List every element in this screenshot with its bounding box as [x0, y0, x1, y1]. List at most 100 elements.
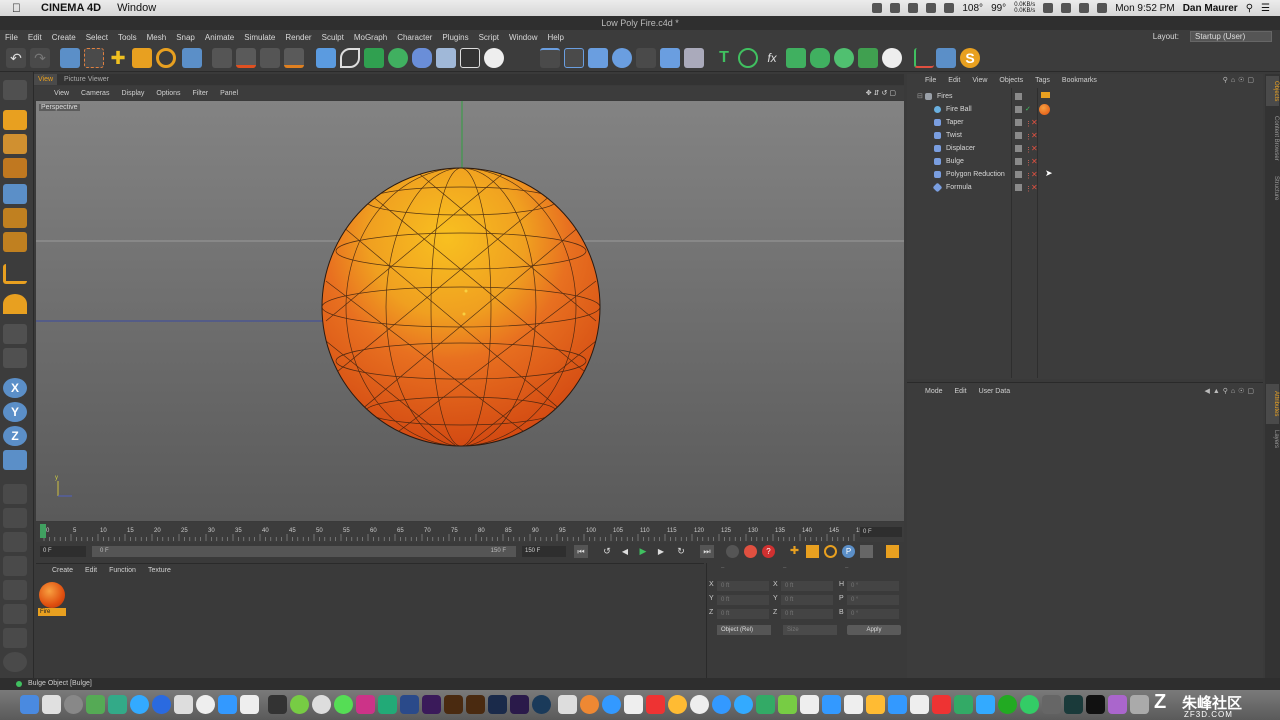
app-icon[interactable]: [778, 695, 797, 714]
next-frame-icon[interactable]: ▶: [654, 545, 668, 558]
axis-tool-icon[interactable]: [3, 264, 27, 284]
extrude-tool-icon[interactable]: [3, 532, 27, 552]
edges-tool-icon[interactable]: [3, 208, 27, 228]
render-picture-viewer-icon[interactable]: [236, 48, 256, 68]
viewport-menu-options[interactable]: Options: [150, 90, 186, 97]
notification-icon[interactable]: ☰: [1261, 3, 1270, 14]
render-settings-icon[interactable]: [260, 48, 280, 68]
menu-edit[interactable]: Edit: [23, 33, 47, 42]
bridge-tool-icon[interactable]: [3, 580, 27, 600]
render-queue-icon[interactable]: [284, 48, 304, 68]
app-icon[interactable]: [86, 695, 105, 714]
object-row-twist[interactable]: Twist ⋮ ✕: [907, 129, 1263, 142]
material-tag-icon[interactable]: [1039, 104, 1050, 115]
knife-tool-icon[interactable]: [3, 508, 27, 528]
app-icon[interactable]: [866, 695, 885, 714]
photoshop-icon[interactable]: [488, 695, 507, 714]
clock-icon[interactable]: [1043, 3, 1054, 13]
app-icon[interactable]: [800, 695, 819, 714]
undo-icon[interactable]: ↶: [6, 48, 26, 68]
disabled-x-icon[interactable]: ✕: [1031, 181, 1038, 194]
record-disabled-icon[interactable]: [726, 545, 739, 558]
app-icon[interactable]: [290, 695, 309, 714]
mograph-icon[interactable]: [786, 48, 806, 68]
lock-icon[interactable]: [3, 324, 27, 344]
coord-pos-x[interactable]: 0 ft: [717, 581, 769, 591]
scale-icon[interactable]: [132, 48, 152, 68]
illustrator-icon[interactable]: [466, 695, 485, 714]
app-icon[interactable]: [712, 695, 731, 714]
viewport-menu-filter[interactable]: Filter: [187, 90, 215, 97]
app-icon[interactable]: [268, 695, 287, 714]
window-menu[interactable]: Window: [117, 2, 156, 14]
user-name[interactable]: Dan Maurer: [1183, 3, 1238, 14]
menu-plugins[interactable]: Plugins: [437, 33, 473, 42]
app-icon[interactable]: [218, 695, 237, 714]
play-icon[interactable]: ▶: [636, 545, 650, 558]
fx-icon[interactable]: fx: [762, 48, 782, 68]
polygons-tool-icon[interactable]: [3, 232, 27, 252]
go-to-start-icon[interactable]: ⏮: [574, 545, 588, 558]
menu-window[interactable]: Window: [504, 33, 542, 42]
tab-picture-viewer[interactable]: Picture Viewer: [60, 74, 113, 85]
deformer-icon[interactable]: [412, 48, 432, 68]
obj-menu-tags[interactable]: Tags: [1029, 77, 1056, 84]
menu-create[interactable]: Create: [47, 33, 81, 42]
app-icon[interactable]: [356, 695, 375, 714]
gesture-tool-icon[interactable]: [3, 652, 27, 672]
rectangle-selection-icon[interactable]: [84, 48, 104, 68]
evernote-icon[interactable]: [908, 3, 919, 13]
polygons-mode-icon[interactable]: [588, 48, 608, 68]
app-icon[interactable]: [690, 695, 709, 714]
end-frame-field[interactable]: 150 F: [522, 546, 566, 557]
app-icon[interactable]: [196, 695, 215, 714]
texture-mode-icon[interactable]: [636, 48, 656, 68]
disabled-x-icon[interactable]: ✕: [1031, 129, 1038, 142]
recent-tool-icon[interactable]: [182, 48, 202, 68]
app-icon[interactable]: [1042, 695, 1061, 714]
coord-rot-h[interactable]: 0 °: [847, 581, 899, 591]
obj-menu-bookmarks[interactable]: Bookmarks: [1056, 77, 1103, 84]
menu-mesh[interactable]: Mesh: [142, 33, 172, 42]
viewport-menu-display[interactable]: Display: [115, 90, 150, 97]
redo-icon[interactable]: ↷: [30, 48, 50, 68]
weld-tool-icon[interactable]: [3, 604, 27, 624]
visibility-toggle-icon[interactable]: [1015, 145, 1022, 152]
workplane-icon[interactable]: [660, 48, 680, 68]
floor-icon[interactable]: [436, 48, 456, 68]
app-icon[interactable]: [954, 695, 973, 714]
live-selection-icon[interactable]: [60, 48, 80, 68]
object-row-fire-ball[interactable]: Fire Ball ✓: [907, 103, 1263, 116]
move-icon[interactable]: ✚: [108, 48, 128, 68]
spline-pen-icon[interactable]: [340, 48, 360, 68]
disabled-x-icon[interactable]: ✕: [1031, 142, 1038, 155]
menu-script[interactable]: Script: [474, 33, 504, 42]
skype-icon[interactable]: [734, 695, 753, 714]
material-menu-texture[interactable]: Texture: [142, 567, 177, 574]
calendar-icon[interactable]: [624, 695, 643, 714]
disabled-x-icon[interactable]: ✕: [1031, 116, 1038, 129]
y-axis-icon[interactable]: Y: [3, 402, 27, 422]
system-preferences-icon[interactable]: [64, 695, 83, 714]
tab-layers[interactable]: Layers: [1266, 426, 1279, 452]
wifi-icon[interactable]: [1079, 3, 1090, 13]
app-icon[interactable]: [174, 695, 193, 714]
app-icon[interactable]: [602, 695, 621, 714]
app-icon[interactable]: [1064, 695, 1083, 714]
spotify-icon[interactable]: [1020, 695, 1039, 714]
material-menu-function[interactable]: Function: [103, 567, 142, 574]
audition-icon[interactable]: [378, 695, 397, 714]
app-icon[interactable]: [1108, 695, 1127, 714]
bridge-icon[interactable]: [444, 695, 463, 714]
spotlight-icon[interactable]: ⚲: [1246, 3, 1253, 14]
script-s-icon[interactable]: S: [960, 48, 980, 68]
hair-icon[interactable]: [858, 48, 878, 68]
spline-icon[interactable]: [738, 48, 758, 68]
autokey-icon[interactable]: ?: [762, 545, 775, 558]
chrome-icon[interactable]: [580, 695, 599, 714]
cloner-icon[interactable]: [388, 48, 408, 68]
dynamics-icon[interactable]: [834, 48, 854, 68]
app-icon[interactable]: [998, 695, 1017, 714]
material-menu-edit[interactable]: Edit: [79, 567, 103, 574]
apple-icon[interactable]: : [12, 1, 21, 15]
